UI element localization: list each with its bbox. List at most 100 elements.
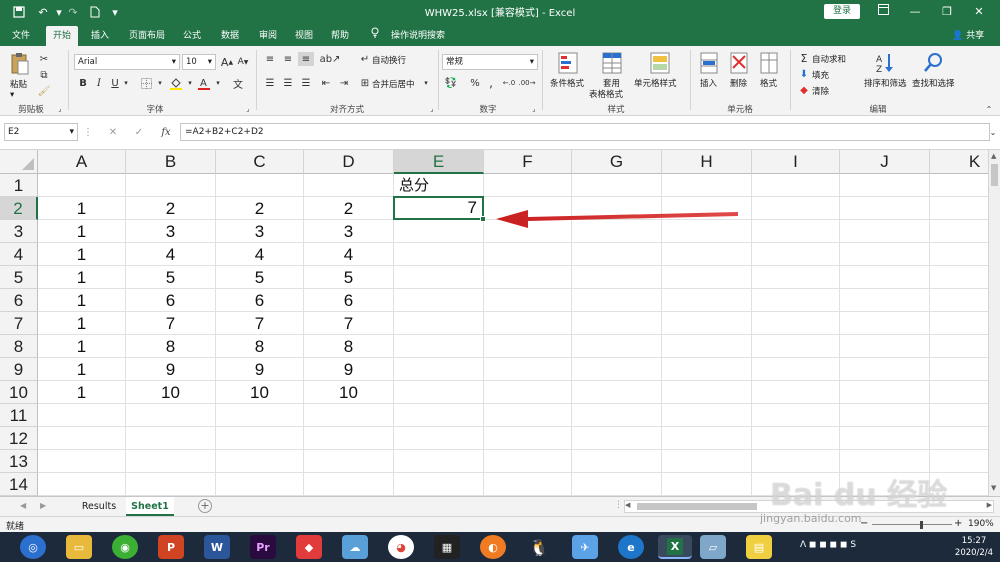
ie-icon[interactable]: e [618,535,644,559]
cell-i4[interactable] [752,243,840,266]
cell-d9[interactable]: 9 [304,358,394,381]
cell-g14[interactable] [572,473,662,496]
find-select-button[interactable]: 查找和选择 [912,77,955,89]
align-top-icon[interactable]: ≡ [262,52,278,66]
cell-f5[interactable] [484,266,572,289]
cell-c7[interactable]: 7 [216,312,304,335]
word-icon[interactable]: W [204,535,230,559]
cell-i8[interactable] [752,335,840,358]
wrap-text-icon[interactable]: ↵ [358,52,372,66]
font-size-select[interactable]: 10 ▾ [182,54,216,70]
cell-h7[interactable] [662,312,752,335]
chevron-down-icon[interactable]: ▾ [214,76,222,90]
cell-d4[interactable]: 4 [304,243,394,266]
cell-b14[interactable] [126,473,216,496]
cell-e12[interactable] [394,427,484,450]
wrap-text-button[interactable]: 自动换行 [372,54,406,66]
align-left-icon[interactable]: ☰ [262,76,278,90]
column-header-g[interactable]: G [572,150,662,174]
cell-h13[interactable] [662,450,752,473]
cell-c3[interactable]: 3 [216,220,304,243]
row-header-6[interactable]: 6 [0,289,38,312]
cell-k6[interactable] [930,289,988,312]
format-cells-icon[interactable] [758,50,780,76]
cell-c4[interactable]: 4 [216,243,304,266]
cell-d11[interactable] [304,404,394,427]
cell-k8[interactable] [930,335,988,358]
merge-center-icon[interactable]: ⊞ [358,76,372,90]
decrease-decimal-icon[interactable]: .00→ [518,76,536,90]
app-icon[interactable]: ◆ [296,535,322,559]
minimize-icon[interactable]: — [900,2,930,22]
zoom-slider-thumb[interactable] [920,521,923,529]
tab-view[interactable]: 视图 [288,26,320,46]
cell-a9[interactable]: 1 [38,358,126,381]
tab-insert[interactable]: 插入 [84,26,116,46]
sort-filter-button[interactable]: 排序和筛选 [864,77,907,89]
cell-a3[interactable]: 1 [38,220,126,243]
next-sheet-icon[interactable]: ▶ [40,501,46,510]
row-header-14[interactable]: 14 [0,473,38,496]
increase-decimal-icon[interactable]: ←.0 [500,76,518,90]
cell-g8[interactable] [572,335,662,358]
cell-a4[interactable]: 1 [38,243,126,266]
fill-button[interactable]: 填充 [812,69,829,81]
app-icon[interactable]: ▤ [746,535,772,559]
cell-f10[interactable] [484,381,572,404]
powerpoint-icon[interactable]: P [158,535,184,559]
scroll-down-icon[interactable]: ▼ [991,484,996,492]
conditional-format-icon[interactable] [556,50,580,76]
cell-c14[interactable] [216,473,304,496]
cell-b5[interactable]: 5 [126,266,216,289]
cell-c12[interactable] [216,427,304,450]
cell-f7[interactable] [484,312,572,335]
align-bottom-icon[interactable]: ≡ [298,52,314,66]
cell-d13[interactable] [304,450,394,473]
add-sheet-icon[interactable]: + [198,499,212,513]
find-select-icon[interactable] [922,50,944,76]
cell-g6[interactable] [572,289,662,312]
cell-h11[interactable] [662,404,752,427]
font-color-icon[interactable]: A [196,76,212,90]
cell-a8[interactable]: 1 [38,335,126,358]
align-middle-icon[interactable]: ≡ [280,52,296,66]
cell-k3[interactable] [930,220,988,243]
cell-c6[interactable]: 6 [216,289,304,312]
expand-formula-icon[interactable]: ⌄ [988,126,998,138]
currency-icon[interactable]: 💱 [442,76,460,90]
cell-f14[interactable] [484,473,572,496]
cell-e6[interactable] [394,289,484,312]
column-header-a[interactable]: A [38,150,126,174]
cell-f1[interactable] [484,174,572,197]
cell-j6[interactable] [840,289,930,312]
cell-f11[interactable] [484,404,572,427]
cell-e9[interactable] [394,358,484,381]
row-header-8[interactable]: 8 [0,335,38,358]
cell-k12[interactable] [930,427,988,450]
increase-indent-icon[interactable]: ⇥ [336,76,352,90]
cell-a7[interactable]: 1 [38,312,126,335]
more-sheets-icon[interactable]: ⋮ [614,500,623,510]
cell-b2[interactable]: 2 [126,197,216,220]
chevron-down-icon[interactable]: ▾ [156,76,164,90]
name-box[interactable]: E2 ▾ [4,123,78,141]
app-icon[interactable]: ◐ [480,535,506,559]
cell-h5[interactable] [662,266,752,289]
cell-i3[interactable] [752,220,840,243]
cell-g11[interactable] [572,404,662,427]
cell-e4[interactable] [394,243,484,266]
wechat-icon[interactable]: ◉ [112,535,138,559]
cell-h4[interactable] [662,243,752,266]
cell-a13[interactable] [38,450,126,473]
cell-h12[interactable] [662,427,752,450]
cell-c11[interactable] [216,404,304,427]
ribbon-display-icon[interactable] [868,2,898,22]
cell-e3[interactable] [394,220,484,243]
comma-style-icon[interactable]: , [484,76,498,90]
row-header-11[interactable]: 11 [0,404,38,427]
cell-a2[interactable]: 1 [38,197,126,220]
dialog-launcher-icon[interactable]: ⌟ [244,104,252,114]
delete-cells-icon[interactable] [728,50,750,76]
cell-g7[interactable] [572,312,662,335]
scroll-up-icon[interactable]: ▲ [991,152,996,160]
